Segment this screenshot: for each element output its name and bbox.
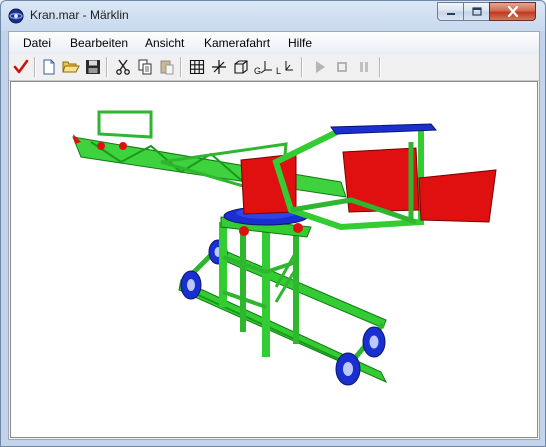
global-axes-icon: G (254, 61, 272, 75)
wheel (180, 270, 202, 300)
cut-button[interactable] (113, 57, 133, 77)
maximize-icon (471, 7, 482, 16)
open-folder-icon (62, 61, 80, 73)
new-file-button[interactable] (39, 57, 59, 77)
app-icon (8, 8, 24, 24)
scissors-icon (116, 59, 130, 75)
toolbar-separator (180, 57, 182, 77)
close-button[interactable] (489, 2, 536, 21)
window-title: Kran.mar - Märklin (30, 8, 129, 22)
maximize-button[interactable] (463, 2, 490, 21)
close-icon (507, 6, 518, 17)
menu-ansicht[interactable]: Ansicht (145, 36, 184, 50)
pause-button[interactable] (354, 57, 374, 77)
copy-button[interactable] (135, 57, 155, 77)
menu-datei[interactable]: Datei (23, 36, 51, 50)
menu-kamerafahrt[interactable]: Kamerafahrt (204, 36, 270, 50)
paste-icon (160, 60, 174, 75)
toolbar-separator (34, 57, 36, 77)
check-button[interactable] (11, 57, 31, 77)
toolbar-separator (379, 57, 381, 77)
toolbar-separator (301, 57, 303, 77)
save-button[interactable] (83, 57, 103, 77)
cube-icon (234, 60, 248, 74)
app-window: Kran.mar - Märklin Datei Bearbeiten Ansi… (0, 0, 546, 447)
wheel (335, 352, 361, 386)
stop-icon (337, 62, 347, 72)
toolbar-separator (106, 57, 108, 77)
grid-button[interactable] (187, 57, 207, 77)
minimize-button[interactable] (437, 2, 464, 21)
wheel (362, 326, 386, 358)
axes-icon (212, 60, 226, 74)
client-area: Datei Bearbeiten Ansicht Kamerafahrt Hil… (8, 31, 540, 440)
local-axes-label: L (276, 66, 281, 75)
checkmark-icon (13, 59, 29, 74)
open-button[interactable] (61, 57, 81, 77)
play-icon (316, 61, 325, 73)
cube-view-button[interactable] (231, 57, 251, 77)
menu-bar: Datei Bearbeiten Ansicht Kamerafahrt Hil… (9, 32, 539, 54)
pause-icon (360, 62, 368, 72)
local-axes-icon: L (276, 61, 293, 75)
grid-icon (189, 59, 205, 75)
save-disk-icon (86, 60, 100, 74)
new-file-icon (43, 59, 55, 75)
global-axes-button[interactable]: G (253, 57, 273, 77)
play-button[interactable] (310, 57, 330, 77)
axes-button[interactable] (209, 57, 229, 77)
title-bar[interactable]: Kran.mar - Märklin (1, 1, 545, 31)
menu-bearbeiten[interactable]: Bearbeiten (70, 36, 128, 50)
toolbar: G L (9, 54, 539, 81)
paste-button[interactable] (157, 57, 177, 77)
copy-icon (138, 59, 152, 75)
stop-button[interactable] (332, 57, 352, 77)
global-axes-label: G (254, 66, 261, 75)
3d-viewport[interactable] (10, 81, 538, 438)
local-axes-button[interactable]: L (275, 57, 295, 77)
crane-model-render (72, 110, 497, 386)
crane-model (72, 110, 497, 386)
minimize-icon (446, 12, 455, 15)
menu-hilfe[interactable]: Hilfe (288, 36, 312, 50)
